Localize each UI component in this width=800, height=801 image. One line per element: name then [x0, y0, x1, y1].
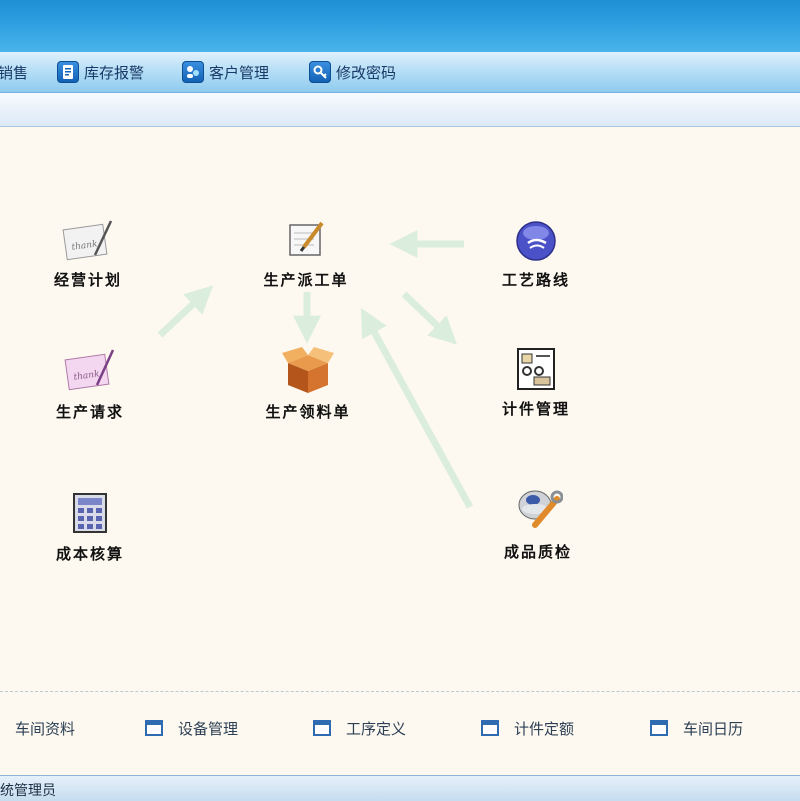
- status-bar: 统管理员: [0, 775, 800, 801]
- link-piecework-quota[interactable]: 计件定额: [481, 717, 574, 739]
- top-menu-bar: 销售 库存报警 客户管理 修改密码: [0, 52, 800, 93]
- module-label: 生产请求: [55, 403, 124, 421]
- link-label: 车间日历: [683, 719, 744, 738]
- module-production-request[interactable]: thank 生产请求: [20, 347, 160, 422]
- menu-item-change-password[interactable]: 修改密码: [309, 60, 396, 84]
- quick-links-bar: 车间资料 设备管理 工序定义 计件定额 车间日历: [0, 691, 800, 776]
- menu-item-label: 销售: [0, 63, 29, 82]
- module-label: 生产派工单: [263, 271, 349, 289]
- module-business-plan[interactable]: thank 经营计划: [18, 219, 158, 290]
- link-label: 计件定额: [514, 719, 575, 738]
- module-label: 计件管理: [501, 400, 570, 418]
- module-material-requisition[interactable]: 生产领料单: [238, 345, 378, 422]
- module-label: 经营计划: [53, 271, 122, 289]
- link-equipment-management[interactable]: 设备管理: [145, 717, 238, 739]
- menu-item-sales[interactable]: 销售: [0, 60, 28, 84]
- flow-arrow: [401, 291, 458, 345]
- module-cost-accounting[interactable]: 成本核算: [20, 491, 160, 564]
- app-header: [0, 0, 800, 52]
- window-icon: [481, 720, 499, 736]
- window-icon: [313, 720, 331, 736]
- link-workshop-info[interactable]: 车间资料: [0, 717, 75, 739]
- menu-item-inventory-alert[interactable]: 库存报警: [57, 60, 144, 84]
- menu-item-label: 库存报警: [84, 63, 145, 82]
- calculator-icon: [73, 493, 107, 533]
- inspection-wrench-icon: [518, 490, 563, 528]
- link-workshop-calendar[interactable]: 车间日历: [650, 717, 743, 739]
- module-label: 成品质检: [503, 543, 572, 561]
- module-label: 成本核算: [55, 545, 124, 563]
- flow-arrow: [360, 307, 474, 509]
- link-label: 设备管理: [178, 719, 239, 738]
- link-label: 车间资料: [15, 719, 76, 738]
- link-label: 工序定义: [346, 719, 407, 738]
- current-user-text: 统管理员: [0, 783, 56, 799]
- customer-management-icon: [182, 61, 204, 83]
- module-piecework-management[interactable]: 计件管理: [466, 346, 606, 419]
- thank-you-card-pink-icon: thank: [64, 349, 115, 391]
- sub-toolbar: [0, 93, 800, 127]
- package-box-icon: [282, 347, 334, 393]
- module-production-dispatch[interactable]: 生产派工单: [236, 219, 376, 290]
- module-label: 生产领料单: [265, 403, 351, 421]
- menu-item-label: 客户管理: [209, 63, 270, 82]
- menu-item-label: 修改密码: [336, 63, 397, 82]
- purple-orb-icon: [516, 221, 556, 261]
- window-icon: [145, 720, 163, 736]
- module-quality-inspection[interactable]: 成品质检: [468, 485, 608, 562]
- menu-item-customer-management[interactable]: 客户管理: [182, 60, 269, 84]
- link-process-definition[interactable]: 工序定义: [313, 717, 406, 739]
- workflow-panel: thank 经营计划 生产派工单 工艺路线 thank 生产请求 生产领料单 计…: [0, 127, 800, 691]
- flow-arrow: [157, 285, 214, 338]
- module-process-route[interactable]: 工艺路线: [466, 219, 606, 290]
- change-password-icon: [309, 61, 331, 83]
- module-label: 工艺路线: [501, 271, 570, 289]
- thank-you-card-icon: thank: [62, 220, 113, 261]
- inventory-alert-icon: [57, 61, 79, 83]
- notepad-pencil-icon: [289, 221, 324, 256]
- piecework-document-icon: [517, 348, 555, 390]
- window-icon: [650, 720, 668, 736]
